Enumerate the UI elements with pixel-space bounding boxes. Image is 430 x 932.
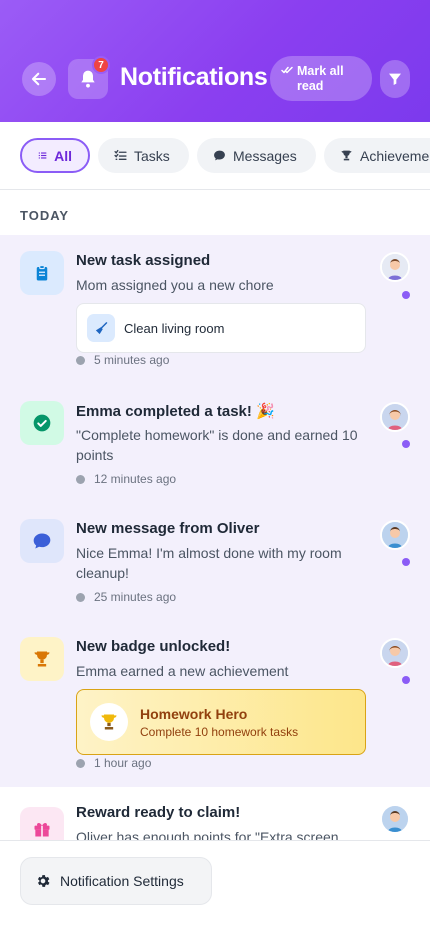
notification-icon-box	[20, 519, 64, 563]
time-dot	[76, 758, 85, 768]
section-today-label: TODAY	[20, 208, 70, 223]
back-button[interactable]	[22, 62, 56, 96]
notification-icon-box	[20, 401, 64, 445]
avatar	[380, 520, 410, 550]
tab-all[interactable]: All	[20, 138, 90, 173]
child-avatar-icon	[382, 806, 408, 832]
trophy-icon	[101, 714, 117, 730]
tab-achievements-label: Achievements	[360, 147, 430, 164]
badge-title: Homework Hero	[140, 705, 248, 722]
time-dot	[76, 355, 85, 365]
child-avatar-icon	[382, 404, 408, 430]
chat-bubble-icon	[33, 533, 51, 549]
notification-body: Oliver has enough points for "Extra scre…	[76, 829, 339, 840]
unread-count-badge: 7	[92, 56, 110, 74]
avatar	[380, 252, 410, 282]
notification-item[interactable]: New task assigned Mom assigned you a new…	[0, 235, 430, 381]
filter-icon	[389, 73, 401, 85]
notification-item[interactable]: New message from Oliver Nice Emma! I'm a…	[0, 499, 430, 617]
badge-subtitle: Complete 10 homework tasks	[140, 724, 299, 739]
trophy-icon	[34, 651, 50, 667]
unread-indicator	[402, 558, 410, 566]
notification-icon-box	[20, 807, 64, 840]
notification-settings-label: Notification Settings	[60, 873, 184, 889]
notification-title: New badge unlocked!	[76, 638, 231, 655]
notification-time-label: 25 minutes ago	[94, 590, 177, 604]
notification-time-label: 1 hour ago	[94, 756, 152, 770]
child-avatar-icon	[382, 254, 408, 280]
badge-trophy-icon-box	[90, 703, 128, 741]
page-title: Notifications	[120, 63, 268, 91]
child-avatar-icon	[382, 640, 408, 666]
notification-title: New message from Oliver	[76, 520, 260, 537]
list-icon	[38, 152, 47, 159]
filter-button[interactable]	[380, 60, 410, 98]
notification-title: Emma completed a task! 🎉	[76, 403, 275, 420]
notification-title: Reward ready to claim!	[76, 804, 241, 821]
clipboard-icon	[36, 264, 48, 281]
notification-item[interactable]: Emma completed a task! 🎉 "Complete homew…	[0, 381, 430, 499]
app-header: 7 Notifications Mark all read	[0, 0, 430, 122]
notification-body: Emma earned a new achievement	[76, 663, 289, 679]
avatar	[380, 638, 410, 668]
notification-time: 5 minutes ago	[76, 353, 169, 367]
tab-messages[interactable]: Messages	[197, 138, 316, 173]
task-chip-label: Clean living room	[124, 320, 225, 336]
notification-time-label: 5 minutes ago	[94, 353, 170, 367]
tab-messages-label: Messages	[233, 147, 297, 164]
notification-body: Nice Emma! I'm almost done with my room …	[76, 545, 342, 581]
double-check-icon	[281, 66, 293, 74]
notification-icon-box	[20, 637, 64, 681]
gear-icon	[37, 875, 50, 887]
child-avatar-icon	[382, 522, 408, 548]
notification-time: 12 minutes ago	[76, 472, 176, 486]
badge-text: Homework Hero Complete 10 homework tasks	[140, 706, 298, 739]
mark-all-read-label: Mark all read	[297, 64, 344, 93]
checklist-icon	[114, 149, 127, 160]
time-dot	[76, 474, 85, 484]
task-chip[interactable]: Clean living room	[76, 303, 366, 353]
arrow-left-icon	[31, 72, 47, 86]
mark-all-read-button[interactable]: Mark all read	[270, 56, 372, 101]
time-dot	[76, 592, 85, 602]
avatar	[380, 402, 410, 432]
notification-icon-box	[20, 251, 64, 295]
notification-time-label: 12 minutes ago	[94, 472, 177, 486]
notification-body: Mom assigned you a new chore	[76, 277, 274, 293]
notification-body: "Complete homework" is done and earned 1…	[76, 427, 358, 463]
notification-title: New task assigned	[76, 252, 211, 269]
broom-icon-box	[87, 314, 115, 342]
tab-all-label: All	[54, 147, 72, 164]
unread-indicator	[402, 440, 410, 448]
avatar	[380, 804, 410, 834]
notification-time: 25 minutes ago	[76, 590, 176, 604]
chat-bubble-icon	[214, 150, 225, 161]
notification-item[interactable]: Reward ready to claim! Oliver has enough…	[0, 787, 430, 840]
tab-tasks[interactable]: Tasks	[98, 138, 189, 173]
broom-icon	[95, 321, 107, 334]
check-circle-icon	[33, 414, 51, 432]
notification-time: 1 hour ago	[76, 756, 151, 770]
notification-item[interactable]: New badge unlocked! Emma earned a new ac…	[0, 617, 430, 787]
gift-icon	[34, 823, 50, 837]
bottom-bar: Notification Settings	[0, 840, 430, 932]
filter-tabs: All Tasks Messages Achievements	[0, 122, 430, 190]
notification-settings-button[interactable]: Notification Settings	[20, 857, 212, 905]
unread-indicator	[402, 676, 410, 684]
badge-card[interactable]: Homework Hero Complete 10 homework tasks	[76, 689, 366, 755]
trophy-icon	[341, 150, 352, 161]
tab-tasks-label: Tasks	[134, 147, 170, 164]
tab-achievements[interactable]: Achievements	[324, 138, 430, 173]
unread-indicator	[402, 291, 410, 299]
